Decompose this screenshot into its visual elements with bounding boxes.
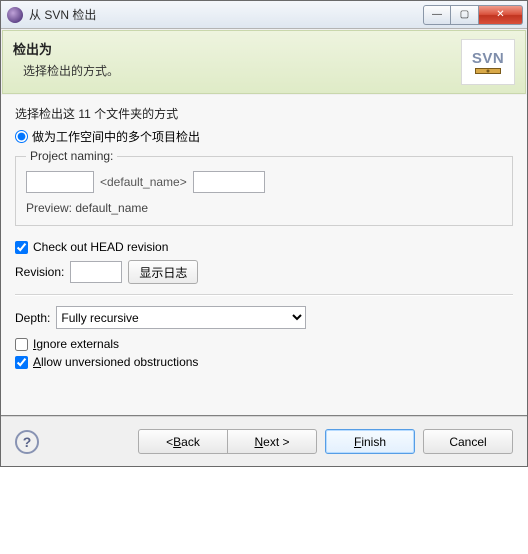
app-icon: [7, 7, 23, 23]
name-prefix-input[interactable]: [26, 171, 94, 193]
body: 选择检出这 11 个文件夹的方式 做为工作空间中的多个项目检出 Project …: [1, 95, 527, 415]
banner-title: 检出为: [13, 39, 461, 58]
svn-logo-bar: [475, 68, 501, 74]
default-name-token: <default_name>: [100, 175, 187, 189]
wizard-window: 从 SVN 检出 — ▢ ✕ 检出为 选择检出的方式。 SVN 选择检出这 11…: [0, 0, 528, 467]
naming-preview: Preview: default_name: [26, 201, 502, 215]
project-naming-legend: Project naming:: [26, 149, 117, 163]
revision-label: Revision:: [15, 265, 64, 279]
head-revision-checkbox[interactable]: Check out HEAD revision: [15, 240, 513, 254]
name-suffix-input[interactable]: [193, 171, 265, 193]
section-label: 选择检出这 11 个文件夹的方式: [15, 105, 513, 122]
svn-logo-icon: SVN: [461, 39, 515, 85]
footer: ? < Back Next > Finish Cancel: [1, 415, 527, 466]
maximize-button[interactable]: ▢: [451, 5, 479, 25]
banner-subtitle: 选择检出的方式。: [13, 62, 461, 79]
naming-row: <default_name>: [26, 171, 502, 193]
depth-row: Depth: Fully recursive: [15, 306, 513, 329]
titlebar: 从 SVN 检出 — ▢ ✕: [1, 1, 527, 29]
checkout-as-projects-label: 做为工作空间中的多个项目检出: [32, 128, 200, 145]
revision-input[interactable]: [70, 261, 122, 283]
head-revision-checkbox-input[interactable]: [15, 241, 28, 254]
window-controls: — ▢ ✕: [423, 5, 523, 25]
project-naming-group: Project naming: <default_name> Preview: …: [15, 149, 513, 226]
ignore-externals-checkbox-input[interactable]: [15, 338, 28, 351]
show-log-button[interactable]: 显示日志: [128, 260, 198, 284]
next-button[interactable]: Next >: [227, 429, 317, 454]
banner-text: 检出为 选择检出的方式。: [13, 39, 461, 85]
allow-unversioned-checkbox-input[interactable]: [15, 356, 28, 369]
help-button[interactable]: ?: [15, 430, 39, 454]
depth-label: Depth:: [15, 311, 50, 325]
depth-select[interactable]: Fully recursive: [56, 306, 306, 329]
revision-row: Revision: 显示日志: [15, 260, 513, 284]
checkout-as-projects-radio-input[interactable]: [15, 130, 28, 143]
ignore-externals-label: Ignore externals: [33, 337, 119, 351]
close-button[interactable]: ✕: [479, 5, 523, 25]
separator: [15, 294, 513, 296]
finish-button[interactable]: Finish: [325, 429, 415, 454]
minimize-button[interactable]: —: [423, 5, 451, 25]
banner: 检出为 选择检出的方式。 SVN: [2, 30, 526, 94]
svn-logo-text: SVN: [472, 50, 504, 67]
ignore-externals-checkbox[interactable]: Ignore externals: [15, 337, 513, 351]
allow-unversioned-label: Allow unversioned obstructions: [33, 355, 198, 369]
allow-unversioned-checkbox[interactable]: Allow unversioned obstructions: [15, 355, 513, 369]
head-revision-label: Check out HEAD revision: [33, 240, 168, 254]
cancel-button[interactable]: Cancel: [423, 429, 513, 454]
window-title: 从 SVN 检出: [29, 6, 423, 23]
footer-buttons: < Back Next > Finish Cancel: [138, 429, 513, 454]
checkout-as-projects-radio[interactable]: 做为工作空间中的多个项目检出: [15, 128, 513, 145]
spacer: [15, 373, 513, 409]
back-button[interactable]: < Back: [138, 429, 228, 454]
